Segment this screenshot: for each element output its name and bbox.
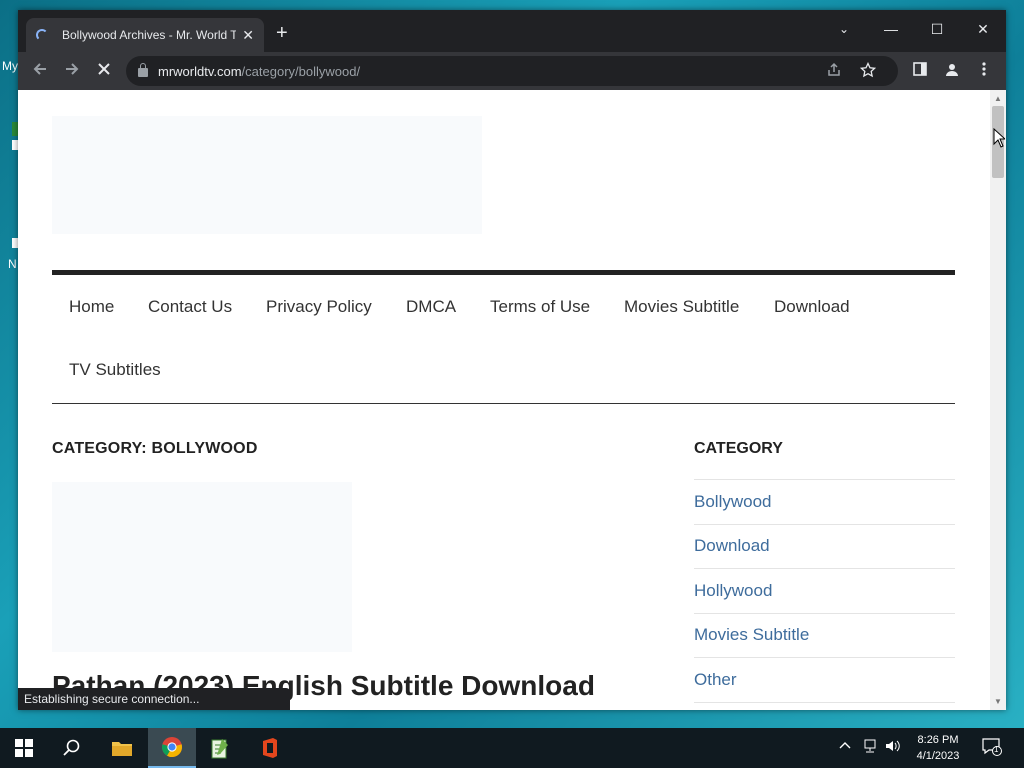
scroll-down-icon[interactable]: ▼ bbox=[994, 697, 1002, 706]
profile-icon[interactable] bbox=[942, 62, 962, 81]
office-button[interactable] bbox=[246, 728, 294, 768]
sidebar-item-download[interactable]: Download bbox=[694, 525, 955, 569]
address-bar[interactable]: mrworldtv.com/category/bollywood/ bbox=[126, 56, 898, 86]
back-button[interactable] bbox=[29, 61, 51, 83]
scroll-up-icon[interactable]: ▲ bbox=[994, 94, 1002, 103]
tab-title: Bollywood Archives - Mr. World TV bbox=[62, 28, 237, 42]
web-page: Home Contact Us Privacy Policy DMCA Term… bbox=[18, 90, 990, 710]
nav-item-tv-subtitles[interactable]: TV Subtitles bbox=[69, 360, 161, 380]
clock-date: 4/1/2023 bbox=[916, 750, 960, 762]
header-divider bbox=[52, 270, 955, 275]
chrome-icon bbox=[161, 737, 183, 758]
clock-time: 8:26 PM bbox=[917, 734, 959, 746]
url-path: /category/bollywood/ bbox=[241, 63, 361, 79]
arrow-left-icon bbox=[33, 63, 46, 75]
taskbar: 8:26 PM 4/1/2023 1 bbox=[0, 728, 1024, 768]
nav-item-privacy-policy[interactable]: Privacy Policy bbox=[266, 297, 372, 317]
chevron-up-icon[interactable] bbox=[839, 739, 851, 755]
volume-icon[interactable] bbox=[885, 739, 901, 756]
minimize-button[interactable]: — bbox=[876, 16, 906, 42]
side-panel-icon[interactable] bbox=[910, 62, 930, 79]
title-bar: Bollywood Archives - Mr. World TV ✕ + ⌄ … bbox=[18, 10, 1006, 52]
stop-button[interactable] bbox=[93, 61, 115, 83]
system-clock[interactable]: 8:26 PM 4/1/2023 bbox=[910, 732, 966, 764]
notification-count: 1 bbox=[994, 745, 999, 754]
folder-icon bbox=[112, 742, 132, 756]
close-tab-icon[interactable]: ✕ bbox=[242, 27, 254, 44]
nav-item-dmca[interactable]: DMCA bbox=[406, 297, 456, 317]
notepad-app-button[interactable] bbox=[196, 728, 244, 768]
file-explorer-button[interactable] bbox=[98, 728, 146, 768]
lock-icon[interactable] bbox=[138, 63, 148, 77]
browser-toolbar: mrworldtv.com/category/bollywood/ bbox=[18, 52, 1006, 90]
desktop-icon-label[interactable]: N bbox=[8, 257, 17, 271]
sidebar-item-hollywood[interactable]: Hollywood bbox=[694, 569, 955, 614]
office-icon bbox=[263, 738, 277, 758]
forward-button[interactable] bbox=[61, 61, 83, 83]
maximize-button[interactable]: ☐ bbox=[922, 16, 952, 42]
tab-search-icon[interactable]: ⌄ bbox=[829, 16, 859, 42]
start-button[interactable] bbox=[0, 728, 48, 768]
sidebar-item-movies-subtitle[interactable]: Movies Subtitle bbox=[694, 614, 955, 658]
site-logo[interactable] bbox=[52, 116, 482, 234]
browser-tab-active[interactable]: Bollywood Archives - Mr. World TV ✕ bbox=[26, 18, 264, 52]
loading-spinner-icon bbox=[36, 29, 48, 41]
search-button[interactable] bbox=[48, 728, 96, 768]
kebab-menu-icon[interactable] bbox=[974, 62, 994, 79]
star-icon[interactable] bbox=[859, 61, 877, 81]
nav-item-contact-us[interactable]: Contact Us bbox=[148, 297, 232, 317]
url-host: mrworldtv.com bbox=[158, 63, 242, 79]
browser-window: Bollywood Archives - Mr. World TV ✕ + ⌄ … bbox=[18, 10, 1006, 710]
desktop-icon-label[interactable]: My bbox=[2, 59, 18, 73]
nav-item-download[interactable]: Download bbox=[774, 297, 850, 317]
windows-logo-icon bbox=[15, 739, 33, 757]
category-title: CATEGORY: BOLLYWOOD bbox=[52, 440, 258, 457]
status-bubble: Establishing secure connection... bbox=[18, 688, 290, 710]
close-window-button[interactable]: ✕ bbox=[968, 16, 998, 42]
nav-divider bbox=[52, 403, 955, 404]
spreadsheet-edit-icon bbox=[211, 739, 228, 759]
post-thumbnail[interactable] bbox=[52, 482, 352, 652]
nav-item-home[interactable]: Home bbox=[69, 297, 114, 317]
search-icon bbox=[63, 739, 80, 756]
arrow-right-icon bbox=[66, 63, 79, 75]
sidebar-heading: CATEGORY bbox=[694, 440, 783, 457]
nav-item-terms-of-use[interactable]: Terms of Use bbox=[490, 297, 590, 317]
nav-item-movies-subtitle[interactable]: Movies Subtitle bbox=[624, 297, 739, 317]
notification-icon bbox=[982, 738, 1002, 756]
sidebar-category-list: Bollywood Download Hollywood Movies Subt… bbox=[694, 479, 955, 703]
notification-center-button[interactable]: 1 bbox=[982, 738, 1002, 756]
stop-loading-icon bbox=[98, 63, 110, 75]
new-tab-button[interactable]: + bbox=[276, 23, 288, 43]
share-icon[interactable] bbox=[826, 62, 842, 81]
sidebar-item-bollywood[interactable]: Bollywood bbox=[694, 480, 955, 525]
chrome-button[interactable] bbox=[148, 728, 196, 768]
page-scrollbar[interactable]: ▲ ▼ bbox=[990, 90, 1006, 710]
sidebar-item-other[interactable]: Other bbox=[694, 658, 955, 703]
network-icon[interactable] bbox=[862, 739, 878, 756]
